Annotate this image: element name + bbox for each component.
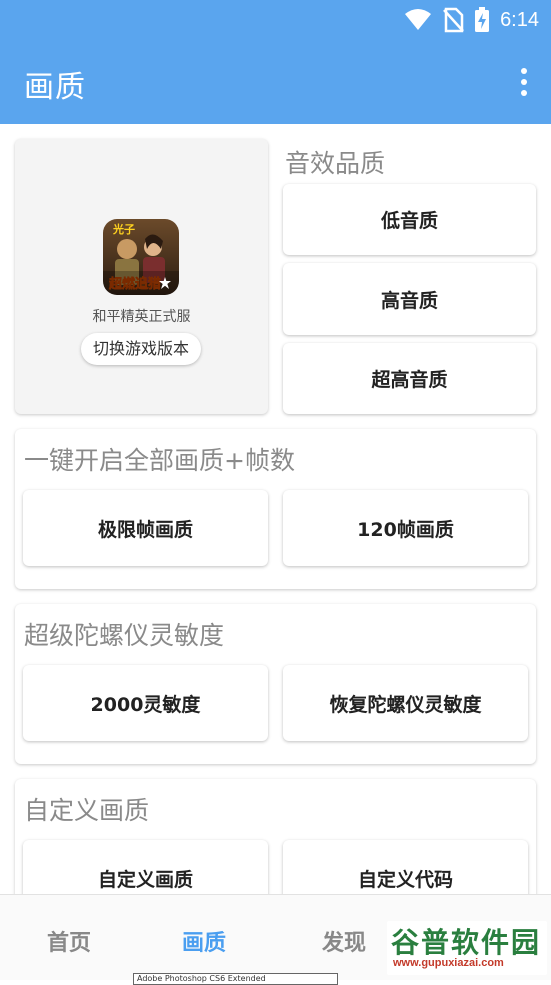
game-icon: 光子 超燃追猎	[103, 219, 179, 295]
switch-game-version-button[interactable]: 切换游戏版本	[81, 333, 201, 365]
watermark-logo: 谷普软件园 www.gupuxiazai.com	[387, 921, 547, 975]
gyro-2000-button[interactable]: 2000灵敏度	[23, 665, 268, 741]
watermark-title: 谷普软件园	[391, 926, 542, 959]
ultra-sound-quality-button[interactable]: 超高音质	[283, 343, 536, 414]
game-card: 光子 超燃追猎 和平精英正式服 切换游戏版本	[15, 139, 268, 414]
one-key-title: 一键开启全部画质+帧数	[24, 446, 295, 475]
no-sim-icon	[443, 7, 464, 33]
low-sound-quality-button[interactable]: 低音质	[283, 184, 536, 255]
120fps-quality-button[interactable]: 120帧画质	[283, 490, 528, 566]
status-time: 6:14	[500, 8, 539, 31]
sound-quality-title: 音效品质	[285, 149, 386, 178]
custom-code-button[interactable]: 自定义代码	[283, 840, 528, 894]
bottom-nav: 首页 画质 发现 谷普软件园 www.gupuxiazai.com Adobe …	[0, 894, 551, 985]
watermark-url: www.gupuxiazai.com	[393, 957, 504, 969]
custom-quality-button[interactable]: 自定义画质	[23, 840, 268, 894]
nav-quality[interactable]: 画质	[182, 925, 226, 957]
restore-gyro-button[interactable]: 恢复陀螺仪灵敏度	[283, 665, 528, 741]
more-vert-icon[interactable]	[519, 68, 529, 96]
wifi-icon	[405, 9, 432, 30]
app-bar: 画质	[0, 40, 551, 124]
svg-text:光子: 光子	[112, 222, 135, 236]
svg-text:超燃追猎: 超燃追猎	[109, 276, 161, 292]
battery-charging-icon	[475, 7, 490, 32]
extreme-fps-quality-button[interactable]: 极限帧画质	[23, 490, 268, 566]
game-name: 和平精英正式服	[92, 309, 191, 325]
nav-discover[interactable]: 发现	[322, 925, 366, 957]
page-title: 画质	[24, 70, 86, 105]
custom-title: 自定义画质	[24, 796, 150, 825]
tooltip: Adobe Photoshop CS6 Extended	[133, 973, 338, 985]
status-bar: 6:14	[0, 0, 551, 40]
nav-home[interactable]: 首页	[47, 925, 91, 957]
gyro-title: 超级陀螺仪灵敏度	[24, 621, 225, 650]
high-sound-quality-button[interactable]: 高音质	[283, 263, 536, 335]
status-icons: 6:14	[404, 6, 539, 34]
main-content[interactable]: 光子 超燃追猎 和平精英正式服 切换游戏版本 音效品质 低音质 高音质 超高音质…	[0, 124, 551, 894]
